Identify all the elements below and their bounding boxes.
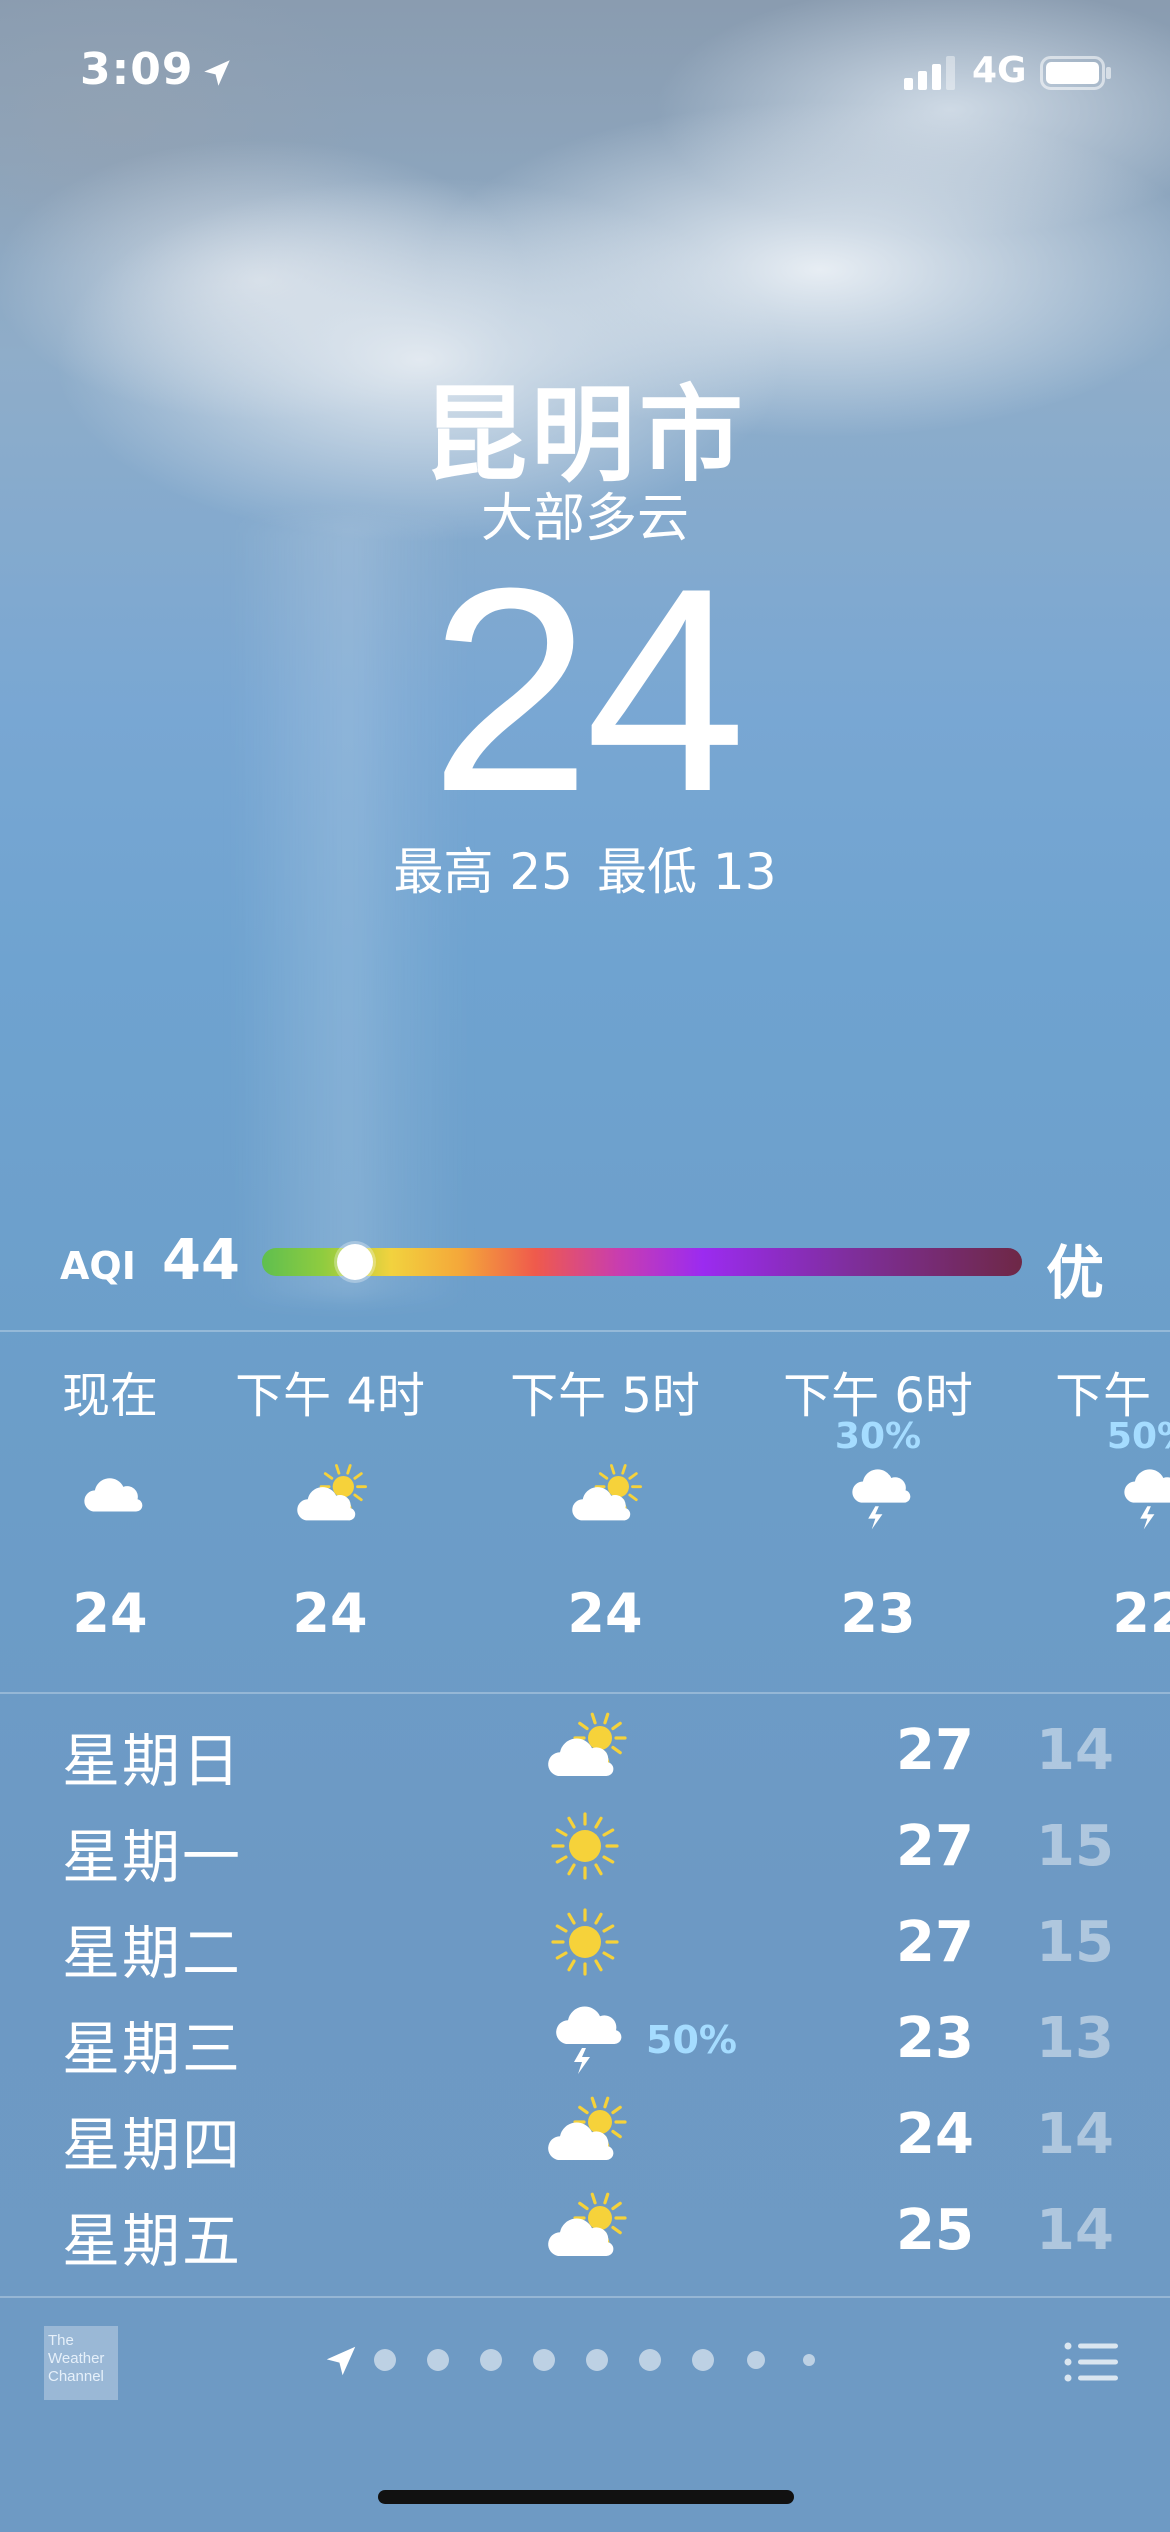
hour-label: 下午 4时 (235, 1368, 425, 1424)
day-name: 星期四 (62, 2111, 243, 2179)
day-name: 星期三 (62, 2015, 243, 2083)
page-dot[interactable] (692, 2349, 714, 2371)
hourly-item: 下午 6时 30% 23 (748, 1332, 1008, 1692)
day-high-temp: 27 (896, 1814, 974, 1879)
hour-label: 下午 5时 (510, 1368, 700, 1424)
day-high-temp: 27 (896, 1910, 974, 1975)
current-location-icon[interactable] (322, 2342, 360, 2380)
thunderstorm-icon (540, 1996, 630, 2080)
weather-channel-logo[interactable]: The Weather Channel (44, 2326, 118, 2400)
hour-temperature: 24 (567, 1582, 643, 1645)
daily-row: 星期三 50% 23 13 (0, 1992, 1170, 2088)
daily-row: 星期一 27 15 (0, 1800, 1170, 1896)
page-dot[interactable] (803, 2354, 815, 2366)
day-high-temp: 24 (896, 2102, 974, 2167)
daily-row: 星期二 27 15 (0, 1896, 1170, 1992)
home-indicator[interactable] (378, 2490, 794, 2504)
day-high-temp: 27 (896, 1718, 974, 1783)
divider (0, 1692, 1170, 1694)
hour-precip-chance: 30% (834, 1416, 922, 1457)
network-type: 4G (972, 50, 1027, 91)
page-dot[interactable] (480, 2349, 502, 2371)
day-high-temp: 23 (896, 2006, 974, 2071)
page-dot[interactable] (747, 2351, 765, 2369)
partly-sunny-icon (540, 2092, 630, 2176)
day-precip-chance: 50% (646, 2018, 737, 2062)
page-dot[interactable] (639, 2349, 661, 2371)
daily-row: 星期五 25 14 (0, 2184, 1170, 2280)
hour-temperature: 22 (1112, 1582, 1170, 1645)
thunderstorm-icon (1110, 1460, 1170, 1540)
thunderstorm-icon (838, 1460, 918, 1540)
partly-sunny-icon (540, 2188, 630, 2272)
day-name: 星期五 (62, 2207, 243, 2275)
hourly-item: 下午 7时 50% 22 (1020, 1332, 1170, 1692)
current-temperature: 24 (429, 528, 747, 852)
day-high-temp: 25 (896, 2198, 974, 2263)
day-name: 星期一 (62, 1823, 243, 1891)
hour-temperature: 24 (292, 1582, 368, 1645)
hourly-item: 下午 4时 24 (200, 1332, 460, 1692)
location-arrow-icon (204, 60, 230, 86)
day-low-temp: 13 (1036, 2006, 1114, 2071)
aqi-scale-bar (262, 1248, 1022, 1276)
hourly-forecast[interactable]: 现在 24 下午 4时 24 下午 5时 24 下午 6时 30% 23 下午 … (0, 1332, 1170, 1692)
page-dot[interactable] (533, 2349, 555, 2371)
city-list-icon[interactable] (1064, 2340, 1118, 2384)
battery-icon (1040, 56, 1111, 90)
sun-icon (540, 1900, 630, 1984)
aqi-category: 优 (1046, 1239, 1105, 1307)
low-temp: 最低 13 (597, 843, 777, 901)
page-indicator[interactable] (322, 2336, 862, 2386)
aqi-value: 44 (162, 1228, 240, 1293)
hour-temperature: 23 (840, 1582, 916, 1645)
day-low-temp: 15 (1036, 1814, 1114, 1879)
page-dot[interactable] (374, 2349, 396, 2371)
cellular-signal-icon (904, 56, 955, 90)
status-bar: 3:09 4G (0, 0, 1170, 150)
cloud-icon (70, 1460, 150, 1540)
divider (0, 2296, 1170, 2298)
aqi-label: AQI (60, 1244, 136, 1288)
partly-sunny-icon (290, 1460, 370, 1540)
daily-row: 星期四 24 14 (0, 2088, 1170, 2184)
partly-sunny-icon (565, 1460, 645, 1540)
day-low-temp: 14 (1036, 2198, 1114, 2263)
day-low-temp: 15 (1036, 1910, 1114, 1975)
day-name: 星期二 (62, 1919, 243, 1987)
high-low: 最高 25 最低 13 (0, 832, 1170, 904)
sun-icon (540, 1804, 630, 1888)
page-dot[interactable] (586, 2349, 608, 2371)
hourly-item: 下午 5时 24 (475, 1332, 735, 1692)
daily-row: 星期日 27 14 (0, 1704, 1170, 1800)
status-time: 3:09 (80, 44, 194, 95)
high-temp: 最高 25 (393, 843, 573, 901)
partly-sunny-icon (540, 1708, 630, 1792)
hour-precip-chance: 50% (1106, 1416, 1170, 1457)
day-name: 星期日 (62, 1727, 243, 1795)
page-dot[interactable] (427, 2349, 449, 2371)
day-low-temp: 14 (1036, 1718, 1114, 1783)
day-low-temp: 14 (1036, 2102, 1114, 2167)
